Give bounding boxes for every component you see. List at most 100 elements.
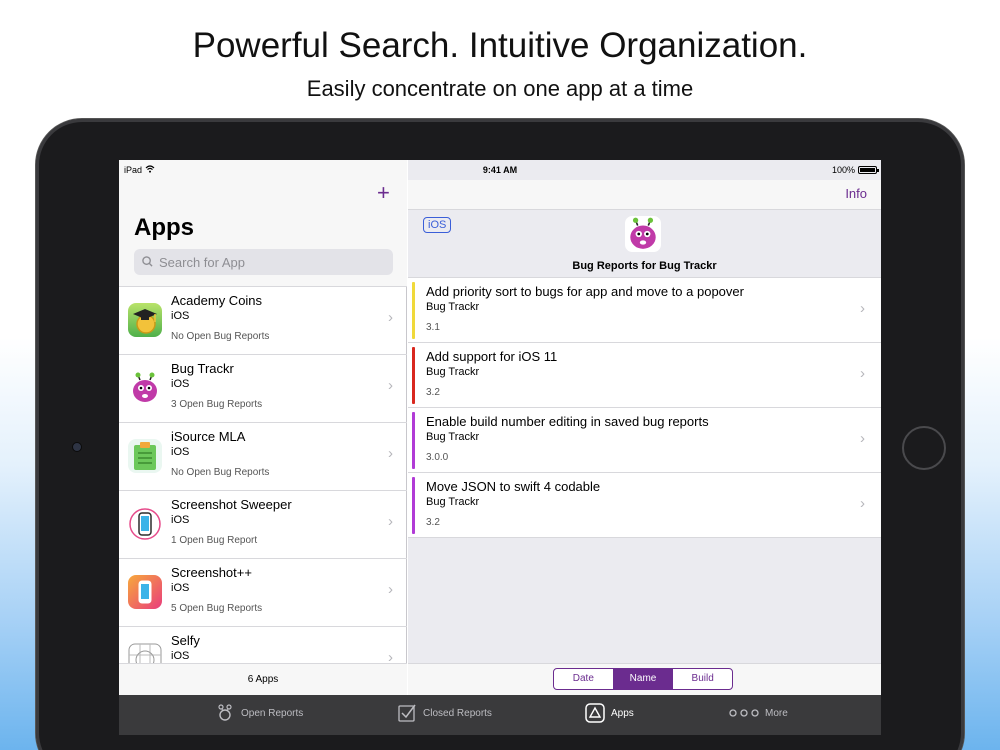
report-version: 3.2 [426, 517, 440, 528]
app-platform: iOS [171, 650, 190, 662]
academy-coins-icon [128, 303, 162, 337]
table-row[interactable]: Add support for iOS 11 Bug Trackr 3.2 › [408, 343, 881, 408]
tab-bar: Open Reports Closed Reports Apps More [119, 695, 881, 735]
priority-bar [412, 477, 415, 534]
app-name: Selfy [171, 633, 200, 648]
report-title: Enable build number editing in saved bug… [426, 414, 709, 429]
chevron-right-icon: › [860, 430, 865, 447]
priority-bar [412, 282, 415, 339]
sort-name-segment[interactable]: Name [613, 669, 674, 689]
status-time: 9:41 AM [482, 165, 518, 175]
detail-nav-bar: Info [408, 180, 881, 210]
apps-master-pane: + Apps Academy Coins iOS No Open Bug Rep… [119, 160, 407, 695]
app-list: Academy Coins iOS No Open Bug Reports › … [119, 287, 407, 663]
app-report-count: No Open Bug Reports [171, 331, 270, 342]
isource-mla-icon [128, 439, 162, 473]
detail-header: iOS Bug Reports for Bug Trackr [408, 211, 881, 278]
table-row[interactable]: Move JSON to swift 4 codable Bug Trackr … [408, 473, 881, 538]
app-report-count: 1 Open Bug Report [171, 535, 258, 546]
status-bar: iPad 9:41 AM 100% [119, 160, 881, 180]
status-right: 100% [831, 165, 879, 175]
platform-badge[interactable]: iOS [423, 217, 452, 233]
battery-icon [858, 166, 879, 174]
tab-apps[interactable]: Apps [585, 703, 634, 723]
checkbox-icon [397, 703, 417, 723]
list-item[interactable]: Academy Coins iOS No Open Bug Reports › [119, 287, 407, 355]
app-name: Academy Coins [171, 293, 263, 308]
app-report-count: No Open Bug Reports [171, 467, 270, 478]
list-item[interactable]: Screenshot++ iOS 5 Open Bug Reports › [119, 559, 407, 627]
chevron-right-icon: › [860, 300, 865, 317]
report-version: 3.2 [426, 387, 440, 398]
table-row[interactable]: Enable build number editing in saved bug… [408, 408, 881, 473]
tab-more[interactable]: More [729, 703, 788, 723]
tab-label: Open Reports [241, 707, 304, 719]
bug-trackr-icon [625, 216, 661, 252]
add-app-button[interactable]: + [377, 180, 390, 206]
list-item[interactable]: Screenshot Sweeper iOS 1 Open Bug Report… [119, 491, 407, 559]
list-item[interactable]: Bug Trackr iOS 3 Open Bug Reports › [119, 355, 407, 423]
bug-reports-detail-pane: Info iOS Bug Reports for Bug Trackr Add … [408, 160, 881, 695]
list-item[interactable]: iSource MLA iOS No Open Bug Reports › [119, 423, 407, 491]
sort-date-segment[interactable]: Date [554, 669, 614, 689]
priority-bar [412, 347, 415, 404]
app-platform: iOS [171, 446, 190, 458]
search-input[interactable] [159, 254, 379, 270]
priority-bar [412, 412, 415, 469]
tab-label: Closed Reports [423, 707, 492, 719]
report-app: Bug Trackr [426, 366, 480, 378]
report-app: Bug Trackr [426, 301, 480, 313]
apps-icon [585, 703, 605, 723]
app-report-count: 5 Open Bug Reports [171, 603, 263, 614]
chevron-right-icon: › [388, 309, 393, 326]
chevron-right-icon: › [388, 513, 393, 530]
report-app: Bug Trackr [426, 431, 480, 443]
marketing-subheadline: Easily concentrate on one app at a time [306, 76, 694, 101]
chevron-right-icon: › [388, 649, 393, 663]
more-icon [729, 703, 759, 723]
search-icon [142, 255, 153, 270]
page-title: Apps [134, 214, 194, 241]
battery-percent: 100% [831, 165, 855, 175]
info-button[interactable]: Info [845, 186, 867, 201]
detail-title: Bug Reports for Bug Trackr [572, 260, 717, 272]
bug-report-list: Add priority sort to bugs for app and mo… [408, 278, 881, 538]
chevron-right-icon: › [388, 377, 393, 394]
open-reports-icon [215, 703, 235, 723]
tab-closed-reports[interactable]: Closed Reports [397, 703, 492, 723]
report-title: Add priority sort to bugs for app and mo… [426, 284, 744, 299]
selfy-icon [128, 643, 162, 663]
tab-label: More [765, 707, 788, 719]
report-app: Bug Trackr [426, 496, 480, 508]
list-item[interactable]: Selfy iOS › [119, 627, 407, 663]
app-platform: iOS [171, 582, 190, 594]
home-button[interactable] [902, 426, 946, 470]
ipad-screen: + Apps Academy Coins iOS No Open Bug Rep… [119, 160, 881, 735]
app-platform: iOS [171, 378, 190, 390]
report-version: 3.1 [426, 322, 440, 333]
marketing-headline: Powerful Search. Intuitive Organization. [192, 26, 808, 65]
chevron-right-icon: › [388, 581, 393, 598]
app-platform: iOS [171, 310, 190, 322]
app-name: Bug Trackr [171, 361, 234, 376]
app-name: Screenshot++ [171, 565, 252, 580]
report-title: Move JSON to swift 4 codable [426, 479, 601, 494]
sort-build-segment[interactable]: Build [673, 669, 732, 689]
bug-trackr-icon [128, 371, 162, 405]
app-count-footer: 6 Apps [119, 663, 407, 695]
screenshot-plus-icon [128, 575, 162, 609]
camera-icon [72, 442, 82, 452]
sort-segmented-control[interactable]: Date Name Build [553, 668, 733, 690]
report-title: Add support for iOS 11 [426, 349, 558, 364]
chevron-right-icon: › [860, 495, 865, 512]
table-row[interactable]: Add priority sort to bugs for app and mo… [408, 278, 881, 343]
app-platform: iOS [171, 514, 190, 526]
chevron-right-icon: › [860, 365, 865, 382]
tab-label: Apps [611, 707, 634, 719]
search-bar[interactable] [134, 249, 393, 275]
app-report-count: 3 Open Bug Reports [171, 399, 263, 410]
tab-open-reports[interactable]: Open Reports [215, 703, 303, 723]
app-name: Screenshot Sweeper [171, 497, 292, 512]
report-version: 3.0.0 [426, 452, 449, 463]
screenshot-sweeper-icon [128, 507, 162, 541]
